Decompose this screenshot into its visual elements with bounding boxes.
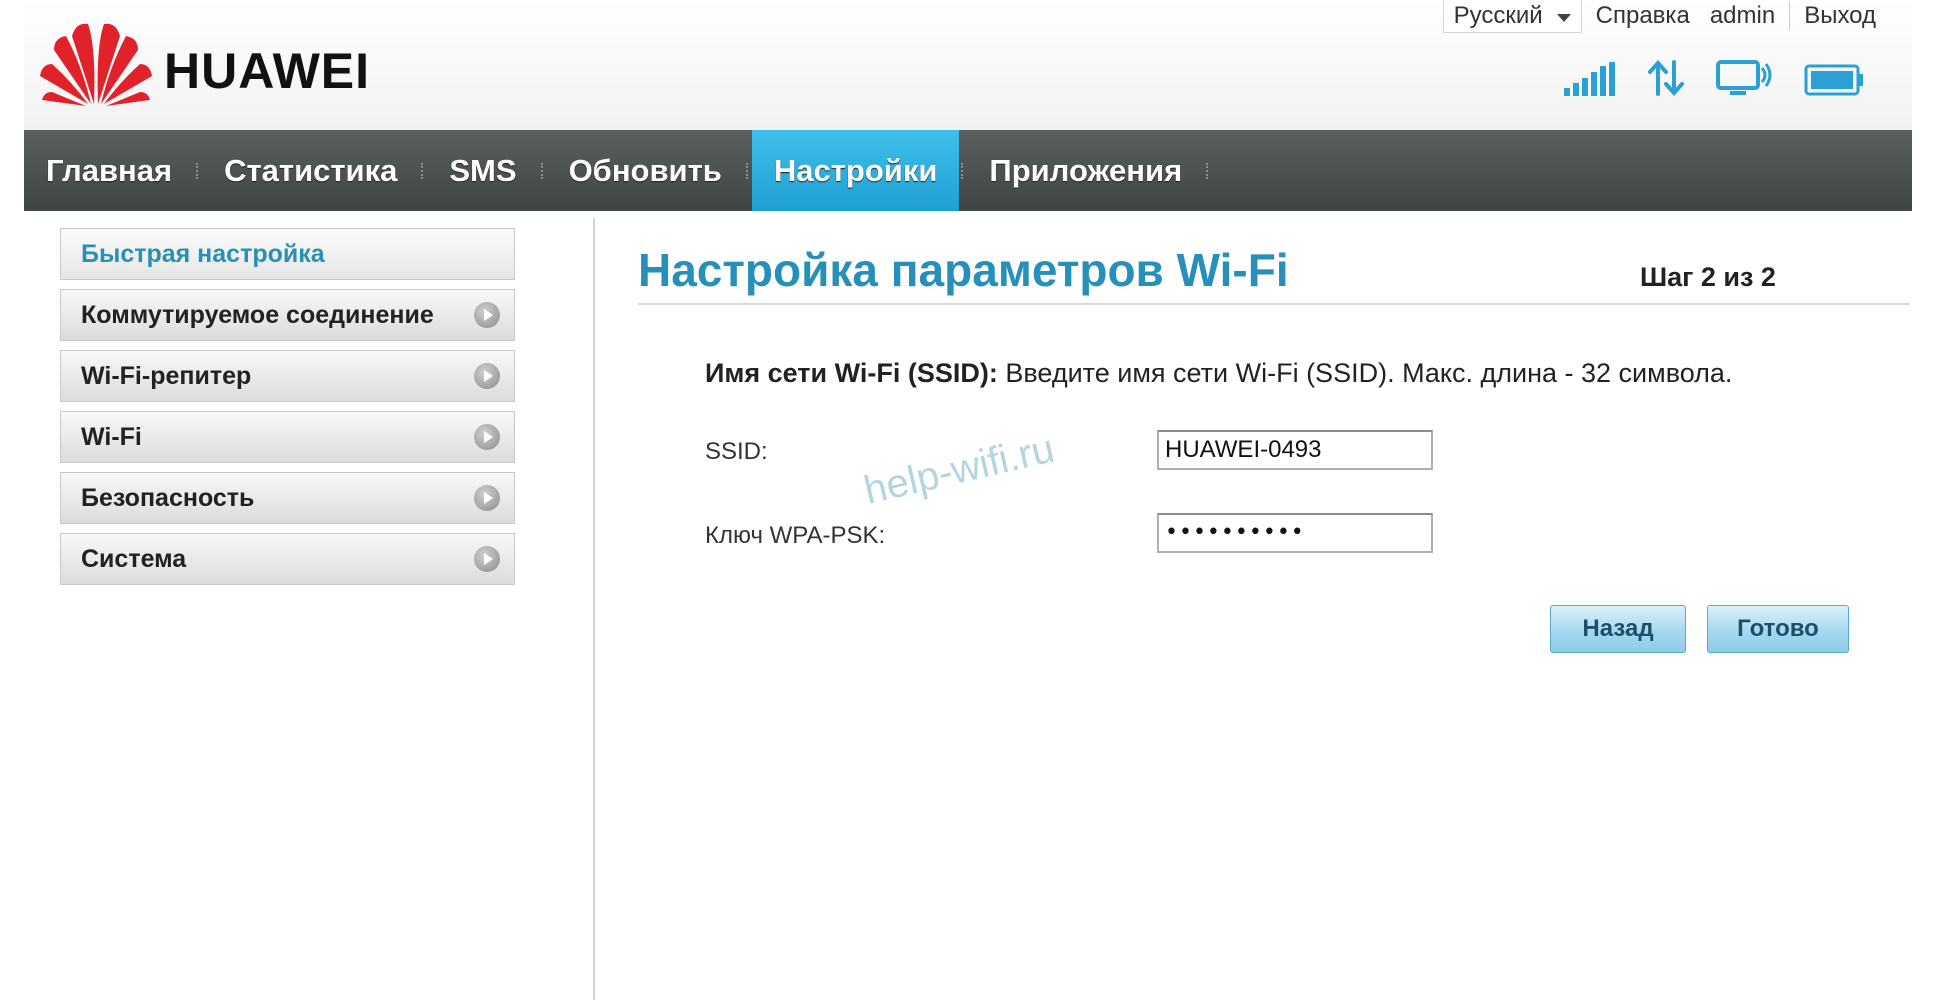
sidebar-item-quick-setup[interactable]: Быстрая настройка: [60, 228, 515, 280]
chevron-down-icon: [1556, 14, 1571, 22]
sidebar-item-label: Wi-Fi-репитер: [81, 361, 252, 390]
status-icons: [1564, 60, 1864, 96]
nav-item-update[interactable]: Обновить: [547, 130, 744, 211]
battery-icon: [1804, 64, 1863, 96]
nav-item-settings[interactable]: Настройки: [751, 130, 960, 211]
nav-item-home[interactable]: Главная: [24, 130, 194, 211]
sidebar-item-label: Wi-Fi: [81, 422, 142, 451]
step-indicator: Шаг 2 из 2: [1640, 262, 1776, 292]
nav-item-apps[interactable]: Приложения: [967, 130, 1204, 211]
page-title: Настройка параметров Wi-Fi: [638, 244, 1289, 296]
language-select[interactable]: Русский: [1442, 0, 1582, 33]
content-divider: [593, 218, 595, 1000]
wpa-key-label: Ключ WPA-PSK:: [705, 522, 886, 549]
header: HUAWEI Русский Справка admin Выход: [24, 0, 1912, 130]
sidebar-item-wifi-repeater[interactable]: Wi-Fi-репитер: [60, 350, 515, 402]
ssid-hint: Имя сети Wi-Fi (SSID): Введите имя сети …: [705, 358, 1732, 389]
sidebar-item-security[interactable]: Безопасность: [60, 472, 515, 524]
sidebar-item-label: Безопасность: [81, 483, 255, 512]
nav-divider: [745, 162, 750, 179]
ssid-hint-label: Имя сети Wi-Fi (SSID):: [705, 358, 998, 388]
chevron-right-icon: [474, 302, 500, 328]
signal-strength-icon: [1564, 62, 1615, 96]
sidebar-item-label: Система: [81, 544, 187, 573]
ssid-input[interactable]: [1157, 430, 1433, 470]
help-link[interactable]: Справка: [1590, 0, 1696, 32]
top-divider: [1789, 2, 1791, 30]
nav-divider: [1206, 162, 1210, 179]
back-button[interactable]: Назад: [1550, 605, 1686, 653]
ssid-label: SSID:: [705, 438, 768, 465]
data-transfer-icon: [1648, 60, 1684, 96]
chevron-right-icon: [474, 546, 500, 572]
sidebar-item-dialup[interactable]: Коммутируемое соединение: [60, 289, 515, 341]
top-links: Русский Справка admin Выход: [1442, 0, 1882, 34]
wifi-display-icon: [1716, 60, 1772, 95]
logout-link[interactable]: Выход: [1798, 0, 1882, 32]
nav-divider: [961, 162, 965, 179]
user-name: admin: [1709, 2, 1776, 29]
chevron-right-icon: [474, 363, 500, 389]
sidebar-item-system[interactable]: Система: [60, 533, 515, 585]
done-button[interactable]: Готово: [1707, 605, 1849, 653]
brand-name: HUAWEI: [164, 43, 370, 99]
chevron-right-icon: [474, 485, 500, 511]
chevron-right-icon: [474, 424, 500, 450]
language-value: Русский: [1453, 2, 1543, 29]
title-divider: [638, 303, 1910, 305]
sidebar: Быстрая настройка Коммутируемое соединен…: [60, 228, 515, 594]
sidebar-item-label: Быстрая настройка: [81, 239, 325, 268]
nav-divider: [196, 162, 200, 179]
huawei-logo-icon: [40, 23, 152, 106]
nav-divider: [540, 162, 545, 179]
ssid-hint-text: Введите имя сети Wi-Fi (SSID). Макс. дли…: [997, 358, 1733, 388]
sidebar-item-label: Коммутируемое соединение: [81, 300, 434, 329]
main-nav: Главная Статистика SMS Обновить Настройк…: [24, 130, 1912, 211]
nav-divider: [421, 162, 425, 179]
nav-item-statistics[interactable]: Статистика: [202, 130, 419, 211]
wpa-key-input[interactable]: ••••••••••: [1157, 513, 1433, 553]
nav-item-sms[interactable]: SMS: [427, 130, 538, 211]
sidebar-item-wifi[interactable]: Wi-Fi: [60, 411, 515, 463]
watermark: help-wifi.ru: [860, 426, 1059, 513]
